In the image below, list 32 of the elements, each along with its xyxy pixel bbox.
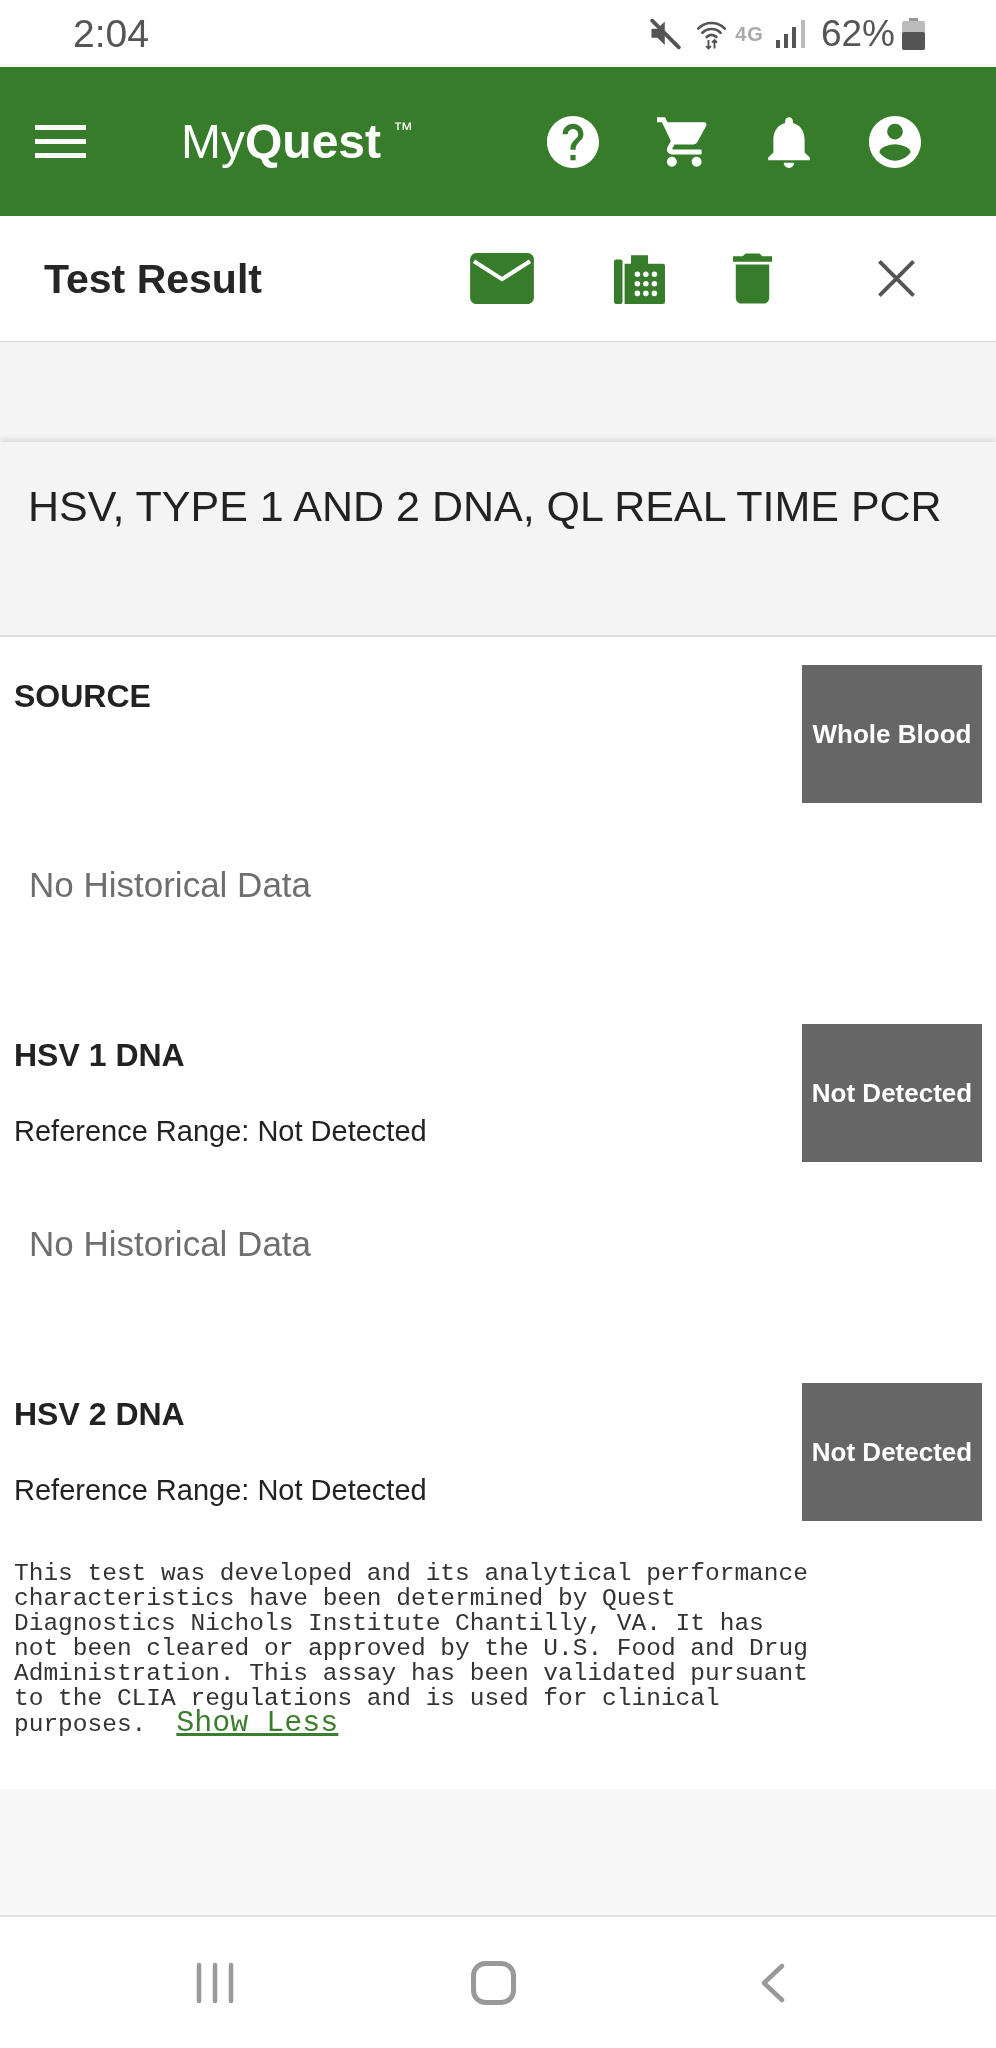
signal-icon xyxy=(775,19,806,48)
reference-range: Reference Range: Not Detected xyxy=(14,1114,427,1148)
test-name: HSV, TYPE 1 AND 2 DNA, QL REAL TIME PCR xyxy=(28,481,943,532)
trash-icon[interactable] xyxy=(733,253,772,304)
reference-range: Reference Range: Not Detected xyxy=(14,1473,427,1507)
help-icon[interactable] xyxy=(547,115,599,168)
clock-time: 2:04 xyxy=(73,11,149,56)
home-icon[interactable] xyxy=(471,1960,516,2005)
account-icon[interactable] xyxy=(869,115,921,168)
result-name: SOURCE xyxy=(14,678,151,714)
history-message: No Historical Data xyxy=(28,1224,312,1264)
cart-icon[interactable] xyxy=(657,115,709,168)
close-icon[interactable] xyxy=(877,259,916,298)
mute-icon xyxy=(650,17,682,50)
fax-icon[interactable] xyxy=(614,253,665,304)
battery-percent: 62% xyxy=(820,12,895,55)
menu-icon[interactable] xyxy=(35,125,86,158)
network-type-label: 4G xyxy=(735,22,764,45)
result-value: Not Detected xyxy=(802,1383,982,1521)
result-value: Not Detected xyxy=(802,1024,982,1162)
footnote-text: This test was developed and its analytical performance characteristics have been determined by Quest Diagnostics Nichols Institute Chantilly, VA. It has not been cleared or approved by the U.S. Food and Drug Administration. This assay has been validated pursuant to the CLIA regulations and is used for clinical purposes. Show Less xyxy=(14,1561,809,1737)
battery-icon xyxy=(902,17,925,50)
history-message: No Historical Data xyxy=(28,865,312,905)
back-icon[interactable] xyxy=(760,1962,785,2003)
page-title: Test Result xyxy=(44,254,262,303)
app-logo: MyQuest$^{™}$ xyxy=(181,113,413,170)
result-value: Whole Blood xyxy=(802,665,982,803)
mail-icon[interactable] xyxy=(470,253,534,304)
result-name: HSV 1 DNA xyxy=(14,1037,186,1073)
bell-icon[interactable] xyxy=(767,115,811,168)
recent-apps-icon[interactable] xyxy=(196,1962,234,2003)
result-name: HSV 2 DNA xyxy=(14,1396,186,1432)
